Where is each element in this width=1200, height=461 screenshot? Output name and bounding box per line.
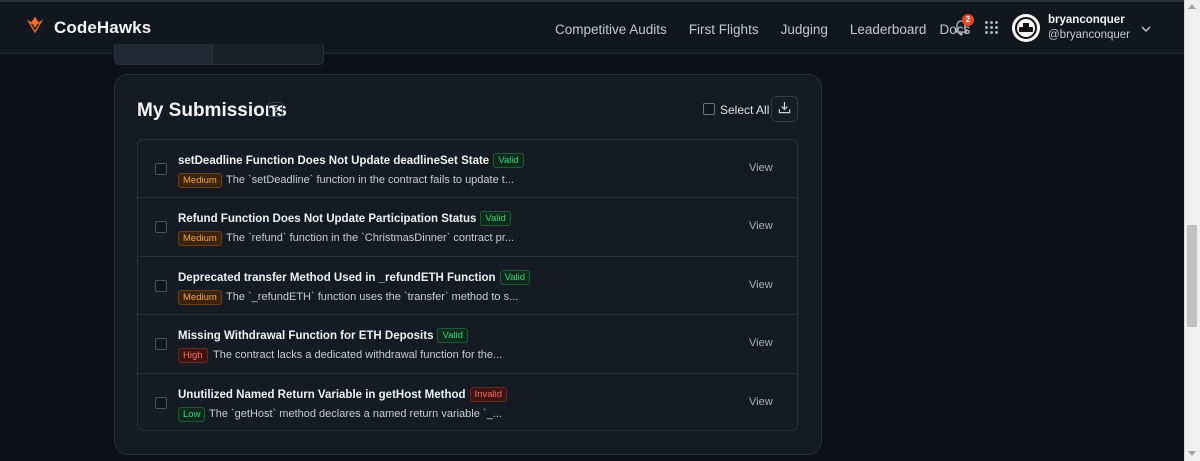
row-checkbox[interactable] bbox=[155, 396, 167, 409]
app-name: CodeHawks bbox=[54, 17, 152, 37]
status-badge: Valid bbox=[480, 211, 511, 227]
view-link[interactable]: View bbox=[749, 220, 773, 232]
notification-count-badge: 2 bbox=[962, 14, 974, 26]
row-checkbox[interactable] bbox=[155, 221, 167, 234]
download-icon bbox=[778, 101, 791, 117]
row-checkbox[interactable] bbox=[155, 338, 167, 351]
list-item[interactable]: Missing Withdrawal Function for ETH Depo… bbox=[138, 315, 797, 374]
submission-description: The `getHost` method declares a named re… bbox=[209, 407, 502, 420]
main-nav: Competitive Audits First Flights Judging… bbox=[555, 2, 992, 56]
view-link[interactable]: View bbox=[749, 162, 773, 174]
view-link[interactable]: View bbox=[749, 396, 773, 408]
status-badge: Valid bbox=[437, 328, 468, 344]
download-button[interactable] bbox=[771, 96, 798, 122]
submission-count-badge: 5 bbox=[268, 102, 283, 117]
user-name: bryanconquer bbox=[1048, 14, 1125, 26]
list-item[interactable]: Unutilized Named Return Variable in getH… bbox=[138, 374, 797, 430]
submission-title[interactable]: Refund Function Does Not Update Particip… bbox=[178, 211, 511, 227]
tab-active[interactable] bbox=[115, 44, 213, 64]
tab-strip bbox=[114, 44, 324, 65]
severity-badge: Medium bbox=[178, 173, 222, 188]
tab-inactive[interactable] bbox=[213, 44, 311, 64]
submission-title[interactable]: Missing Withdrawal Function for ETH Depo… bbox=[178, 328, 468, 344]
avatar[interactable] bbox=[1012, 14, 1040, 42]
status-badge: Invalid bbox=[469, 386, 507, 402]
submissions-list: setDeadline Function Does Not Update dea… bbox=[137, 139, 798, 431]
submission-title[interactable]: Unutilized Named Return Variable in getH… bbox=[178, 386, 507, 402]
submission-description: The `setDeadline` function in the contra… bbox=[226, 174, 514, 186]
list-item[interactable]: Refund Function Does Not Update Particip… bbox=[138, 198, 797, 257]
row-checkbox[interactable] bbox=[155, 279, 167, 292]
scrollbar-thumb[interactable] bbox=[1187, 225, 1197, 327]
list-item[interactable]: Deprecated transfer Method Used in _refu… bbox=[138, 257, 797, 316]
select-all-label[interactable]: Select All bbox=[720, 103, 769, 117]
severity-badge: Low bbox=[178, 406, 206, 422]
nav-leaderboard[interactable]: Leaderboard bbox=[850, 22, 927, 37]
page-title: My Submissions bbox=[137, 100, 287, 121]
severity-badge: Medium bbox=[178, 289, 222, 305]
submission-description: The contract lacks a dedicated withdrawa… bbox=[213, 349, 503, 362]
status-badge: Valid bbox=[493, 153, 524, 168]
scroll-down-arrow-icon[interactable] bbox=[1188, 451, 1196, 456]
nav-competitive-audits[interactable]: Competitive Audits bbox=[555, 22, 667, 37]
view-link[interactable]: View bbox=[749, 337, 773, 349]
status-badge: Valid bbox=[499, 269, 530, 285]
scroll-up-arrow-icon[interactable] bbox=[1188, 4, 1196, 9]
list-item[interactable]: setDeadline Function Does Not Update dea… bbox=[138, 140, 797, 199]
select-all-checkbox[interactable] bbox=[703, 103, 715, 115]
nav-first-flights[interactable]: First Flights bbox=[689, 22, 759, 37]
apps-grid-icon[interactable] bbox=[985, 21, 998, 34]
view-link[interactable]: View bbox=[749, 279, 773, 291]
nav-judging[interactable]: Judging bbox=[781, 22, 828, 37]
severity-badge: High bbox=[178, 348, 208, 364]
hawk-logo-icon bbox=[24, 14, 46, 41]
row-checkbox[interactable] bbox=[155, 163, 167, 175]
submission-description: The `_refundETH` function uses the `tran… bbox=[226, 290, 519, 303]
submission-title[interactable]: setDeadline Function Does Not Update dea… bbox=[178, 153, 524, 168]
brand-logo[interactable]: CodeHawks bbox=[24, 14, 151, 41]
chevron-down-icon[interactable] bbox=[1141, 21, 1151, 32]
submission-title[interactable]: Deprecated transfer Method Used in _refu… bbox=[178, 269, 530, 285]
submission-description: The `refund` function in the `ChristmasD… bbox=[226, 232, 514, 245]
severity-badge: Medium bbox=[178, 231, 222, 247]
user-handle: @bryanconquer bbox=[1048, 29, 1130, 41]
